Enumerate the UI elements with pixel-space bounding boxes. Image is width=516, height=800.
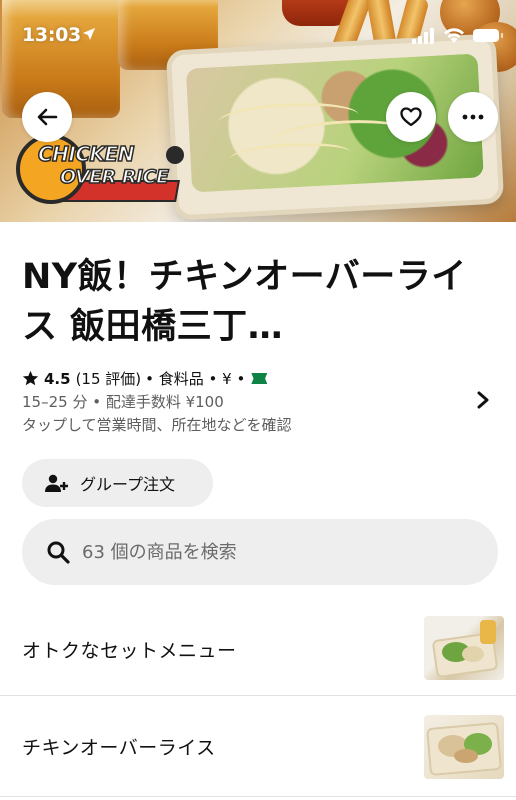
more-options-button[interactable] [448, 92, 498, 142]
status-bar: 13:03 [0, 0, 516, 60]
heart-icon [400, 107, 422, 127]
store-category-price: • 食料品 • ¥ • [145, 370, 246, 388]
search-icon [47, 541, 70, 564]
status-time: 13:03 [22, 24, 81, 46]
rating-count: (15 評価) [75, 370, 142, 388]
offer-badge-icon [251, 373, 268, 384]
back-button[interactable] [22, 92, 72, 142]
chevron-right-icon[interactable] [475, 390, 491, 410]
arrow-left-icon [37, 108, 58, 126]
cellular-signal-icon [412, 28, 434, 44]
add-user-icon [45, 474, 68, 492]
search-bar[interactable] [22, 519, 498, 585]
store-info-hint: タップして営業時間、所在地などを確認 [22, 416, 292, 434]
location-arrow-icon [83, 28, 95, 40]
star-icon [22, 370, 39, 386]
group-order-button[interactable]: グループ注文 [22, 459, 213, 507]
more-horizontal-icon [462, 114, 484, 120]
delivery-info: 15–25 分 • 配達手数料 ¥100 [22, 393, 224, 411]
category-thumbnail-image [424, 616, 504, 680]
category-thumbnail-image [424, 715, 504, 779]
favorite-button[interactable] [386, 92, 436, 142]
search-input[interactable] [82, 541, 462, 563]
group-order-label: グループ注文 [80, 475, 176, 494]
category-label: チキンオーバーライス [22, 737, 216, 759]
rating-value: 4.5 [44, 369, 71, 388]
store-title: NY飯！チキンオーバーライス 飯田橋三丁… [22, 257, 467, 347]
store-meta-line[interactable]: 4.5 (15 評価) • 食料品 • ¥ • [22, 368, 268, 389]
wifi-icon [444, 28, 464, 43]
category-row-set-menu[interactable]: オトクなセットメニュー [0, 604, 516, 696]
category-label: オトクなセットメニュー [22, 640, 237, 662]
battery-icon [473, 29, 503, 42]
category-row-chicken-over-rice[interactable]: チキンオーバーライス [0, 697, 516, 797]
